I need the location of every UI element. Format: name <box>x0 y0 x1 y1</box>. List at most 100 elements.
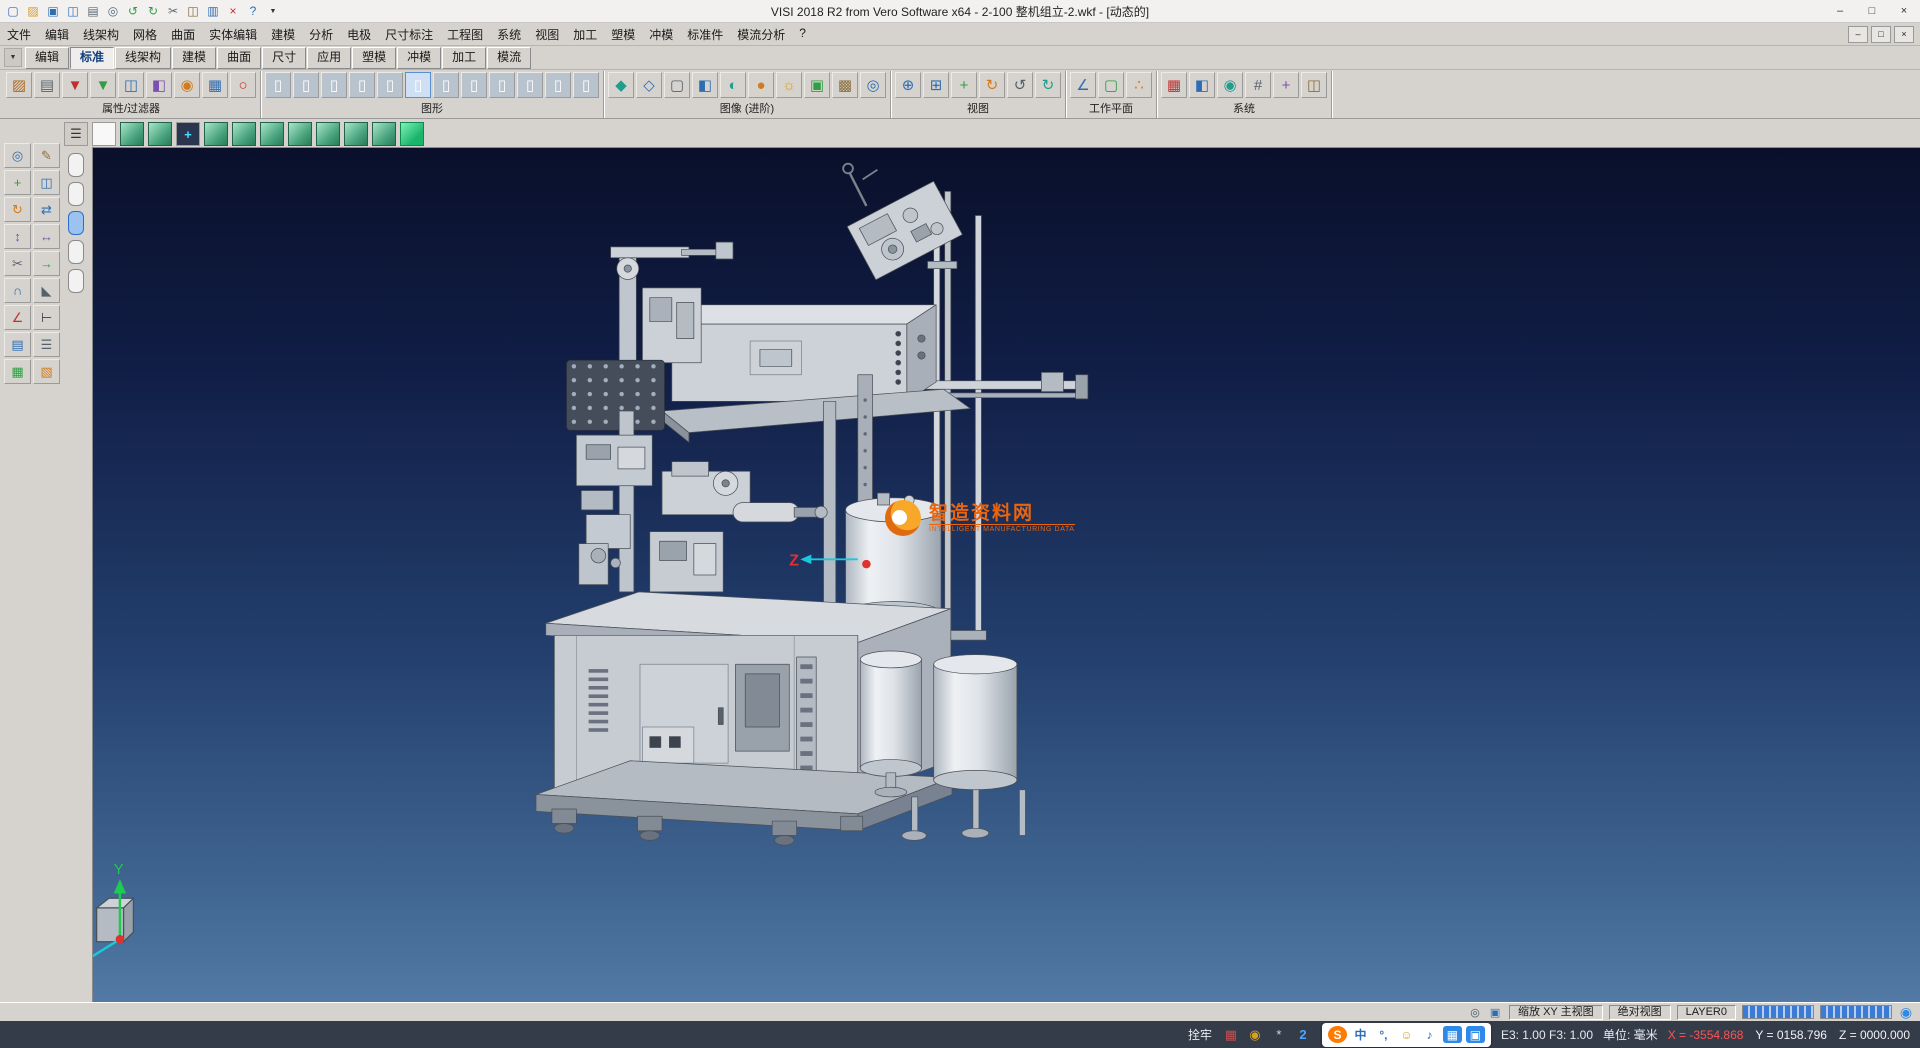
attr-copy-icon[interactable]: ◫ <box>118 72 144 98</box>
close-button[interactable]: × <box>1888 1 1920 22</box>
point-icon[interactable]: ▯ <box>265 72 291 98</box>
circle-icon[interactable]: ▯ <box>349 72 375 98</box>
mirror-entity-icon[interactable]: ⇄ <box>33 197 60 222</box>
translate-icon[interactable]: + <box>4 170 31 195</box>
soft-keyboard-icon[interactable]: ▦ <box>1443 1026 1462 1043</box>
menu-mesh[interactable]: 网格 <box>126 24 164 45</box>
menu-file[interactable]: 文件 <box>0 24 38 45</box>
active-layer-field[interactable]: LAYER0 <box>1677 1005 1736 1020</box>
menu-dimension[interactable]: 尺寸标注 <box>378 24 440 45</box>
tab-application[interactable]: 应用 <box>307 47 351 69</box>
menu-drawing[interactable]: 工程图 <box>440 24 490 45</box>
tab-dimension[interactable]: 尺寸 <box>262 47 306 69</box>
tab-overflow-icon[interactable]: ▼ <box>4 48 22 67</box>
save-icon[interactable]: ▣ <box>44 2 62 20</box>
workplane-3points-icon[interactable]: ∴ <box>1126 72 1152 98</box>
paste-icon[interactable]: ▥ <box>204 2 222 20</box>
child-restore-button[interactable]: □ <box>1871 26 1891 43</box>
clip-plane-icon-5[interactable] <box>68 269 84 293</box>
tab-surface[interactable]: 曲面 <box>217 47 261 69</box>
menu-help[interactable]: ? <box>792 24 813 45</box>
rotate-entity-icon[interactable]: ↻ <box>4 197 31 222</box>
maximize-button[interactable]: □ <box>1856 1 1888 22</box>
layers-icon[interactable]: ▤ <box>4 332 31 357</box>
sogou-logo-icon[interactable]: S <box>1328 1026 1347 1043</box>
group-icon[interactable]: ▦ <box>4 359 31 384</box>
refresh-view-icon[interactable]: ↻ <box>1035 72 1061 98</box>
shaded-mode-icon[interactable]: ◆ <box>608 72 634 98</box>
undo-icon[interactable]: ↺ <box>124 2 142 20</box>
tab-wireframe[interactable]: 线架构 <box>115 47 171 69</box>
bottom-view-icon[interactable] <box>316 122 340 146</box>
menu-edit[interactable]: 编辑 <box>38 24 76 45</box>
back-view-icon[interactable] <box>288 122 312 146</box>
mic-icon[interactable]: ♪ <box>1420 1026 1439 1043</box>
attr-paint-icon[interactable]: ▨ <box>6 72 32 98</box>
hatch-icon[interactable]: ▯ <box>573 72 599 98</box>
axono-view-icon[interactable] <box>344 122 368 146</box>
filter-clear-icon[interactable]: ○ <box>230 72 256 98</box>
workplane-standard-icon[interactable]: ∠ <box>1070 72 1096 98</box>
menu-solid-edit[interactable]: 实体编辑 <box>202 24 264 45</box>
scale-entity-icon[interactable]: ↕ <box>4 224 31 249</box>
line-icon[interactable]: ▯ <box>293 72 319 98</box>
selection-mask-icon[interactable]: ◉ <box>174 72 200 98</box>
rectangle-icon[interactable]: ▯ <box>377 72 403 98</box>
hidden-line-icon[interactable]: ▢ <box>664 72 690 98</box>
menu-electrode[interactable]: 电极 <box>340 24 378 45</box>
left-view-icon[interactable] <box>260 122 284 146</box>
print-icon[interactable]: ▤ <box>84 2 102 20</box>
ungroup-icon[interactable]: ▧ <box>33 359 60 384</box>
tab-edit[interactable]: 编辑 <box>25 47 69 69</box>
views-menu-icon[interactable]: ☰ <box>64 122 88 146</box>
clip-plane-icon-3[interactable] <box>68 211 84 235</box>
right-view-icon[interactable] <box>232 122 256 146</box>
clip-plane-icon-2[interactable] <box>68 182 84 206</box>
tab-machining[interactable]: 加工 <box>442 47 486 69</box>
snapshot-icon[interactable]: ◎ <box>860 72 886 98</box>
osnap-toggle-icon[interactable]: ◉ <box>1246 1026 1264 1044</box>
section-view-icon[interactable]: ◧ <box>692 72 718 98</box>
measure-icon[interactable]: ∠ <box>4 305 31 330</box>
shaded-cube-icon[interactable] <box>400 122 424 146</box>
orbit-icon[interactable]: ◎ <box>1467 1005 1483 1019</box>
plane-indicator-icon[interactable]: ▣ <box>1487 1005 1503 1019</box>
texture-icon[interactable]: ▩ <box>832 72 858 98</box>
toolbox-icon[interactable]: ▣ <box>1466 1026 1485 1043</box>
menu-surface[interactable]: 曲面 <box>164 24 202 45</box>
zoom-extents-icon[interactable]: ⊕ <box>895 72 921 98</box>
tab-die[interactable]: 冲模 <box>397 47 441 69</box>
extend-icon[interactable]: → <box>33 251 60 276</box>
minimize-button[interactable]: – <box>1824 1 1856 22</box>
prefs-icon[interactable]: * <box>1270 1026 1288 1044</box>
clip-plane-icon-4[interactable] <box>68 240 84 264</box>
copy-entity-icon[interactable]: ◫ <box>33 170 60 195</box>
material-icon[interactable]: ● <box>748 72 774 98</box>
tab-mold[interactable]: 塑模 <box>352 47 396 69</box>
screen-settings-icon[interactable]: ◧ <box>1189 72 1215 98</box>
snap-settings-icon[interactable]: + <box>1273 72 1299 98</box>
front-view-icon[interactable] <box>148 122 172 146</box>
open-file-icon[interactable]: ▨ <box>24 2 42 20</box>
text-geo-icon[interactable]: ▯ <box>545 72 571 98</box>
punctuation-icon[interactable]: °, <box>1374 1026 1393 1043</box>
qat-options-icon[interactable]: ▼ <box>264 2 282 20</box>
copy-icon[interactable]: ◫ <box>184 2 202 20</box>
emoji-icon[interactable]: ☺ <box>1397 1026 1416 1043</box>
render-icon[interactable]: ▣ <box>804 72 830 98</box>
ellipse-icon[interactable]: ▯ <box>461 72 487 98</box>
menu-analysis[interactable]: 分析 <box>302 24 340 45</box>
lang-mode-icon[interactable]: 中 <box>1351 1026 1370 1043</box>
cut-icon[interactable]: ✂ <box>164 2 182 20</box>
help-icon[interactable]: ? <box>244 2 262 20</box>
attributes-icon[interactable]: ☰ <box>33 332 60 357</box>
absolute-view-field[interactable]: 绝对视图 <box>1609 1005 1671 1020</box>
clip-plane-icon-1[interactable] <box>68 153 84 177</box>
profile-icon[interactable]: ▯ <box>405 72 431 98</box>
stretch-entity-icon[interactable]: ↔ <box>33 224 60 249</box>
menu-flow-analysis[interactable]: 模流分析 <box>730 24 792 45</box>
new-file-icon[interactable]: ▢ <box>4 2 22 20</box>
menu-mold[interactable]: 塑模 <box>604 24 642 45</box>
zoom-window-icon[interactable]: ⊞ <box>923 72 949 98</box>
trim-icon[interactable]: ✂ <box>4 251 31 276</box>
